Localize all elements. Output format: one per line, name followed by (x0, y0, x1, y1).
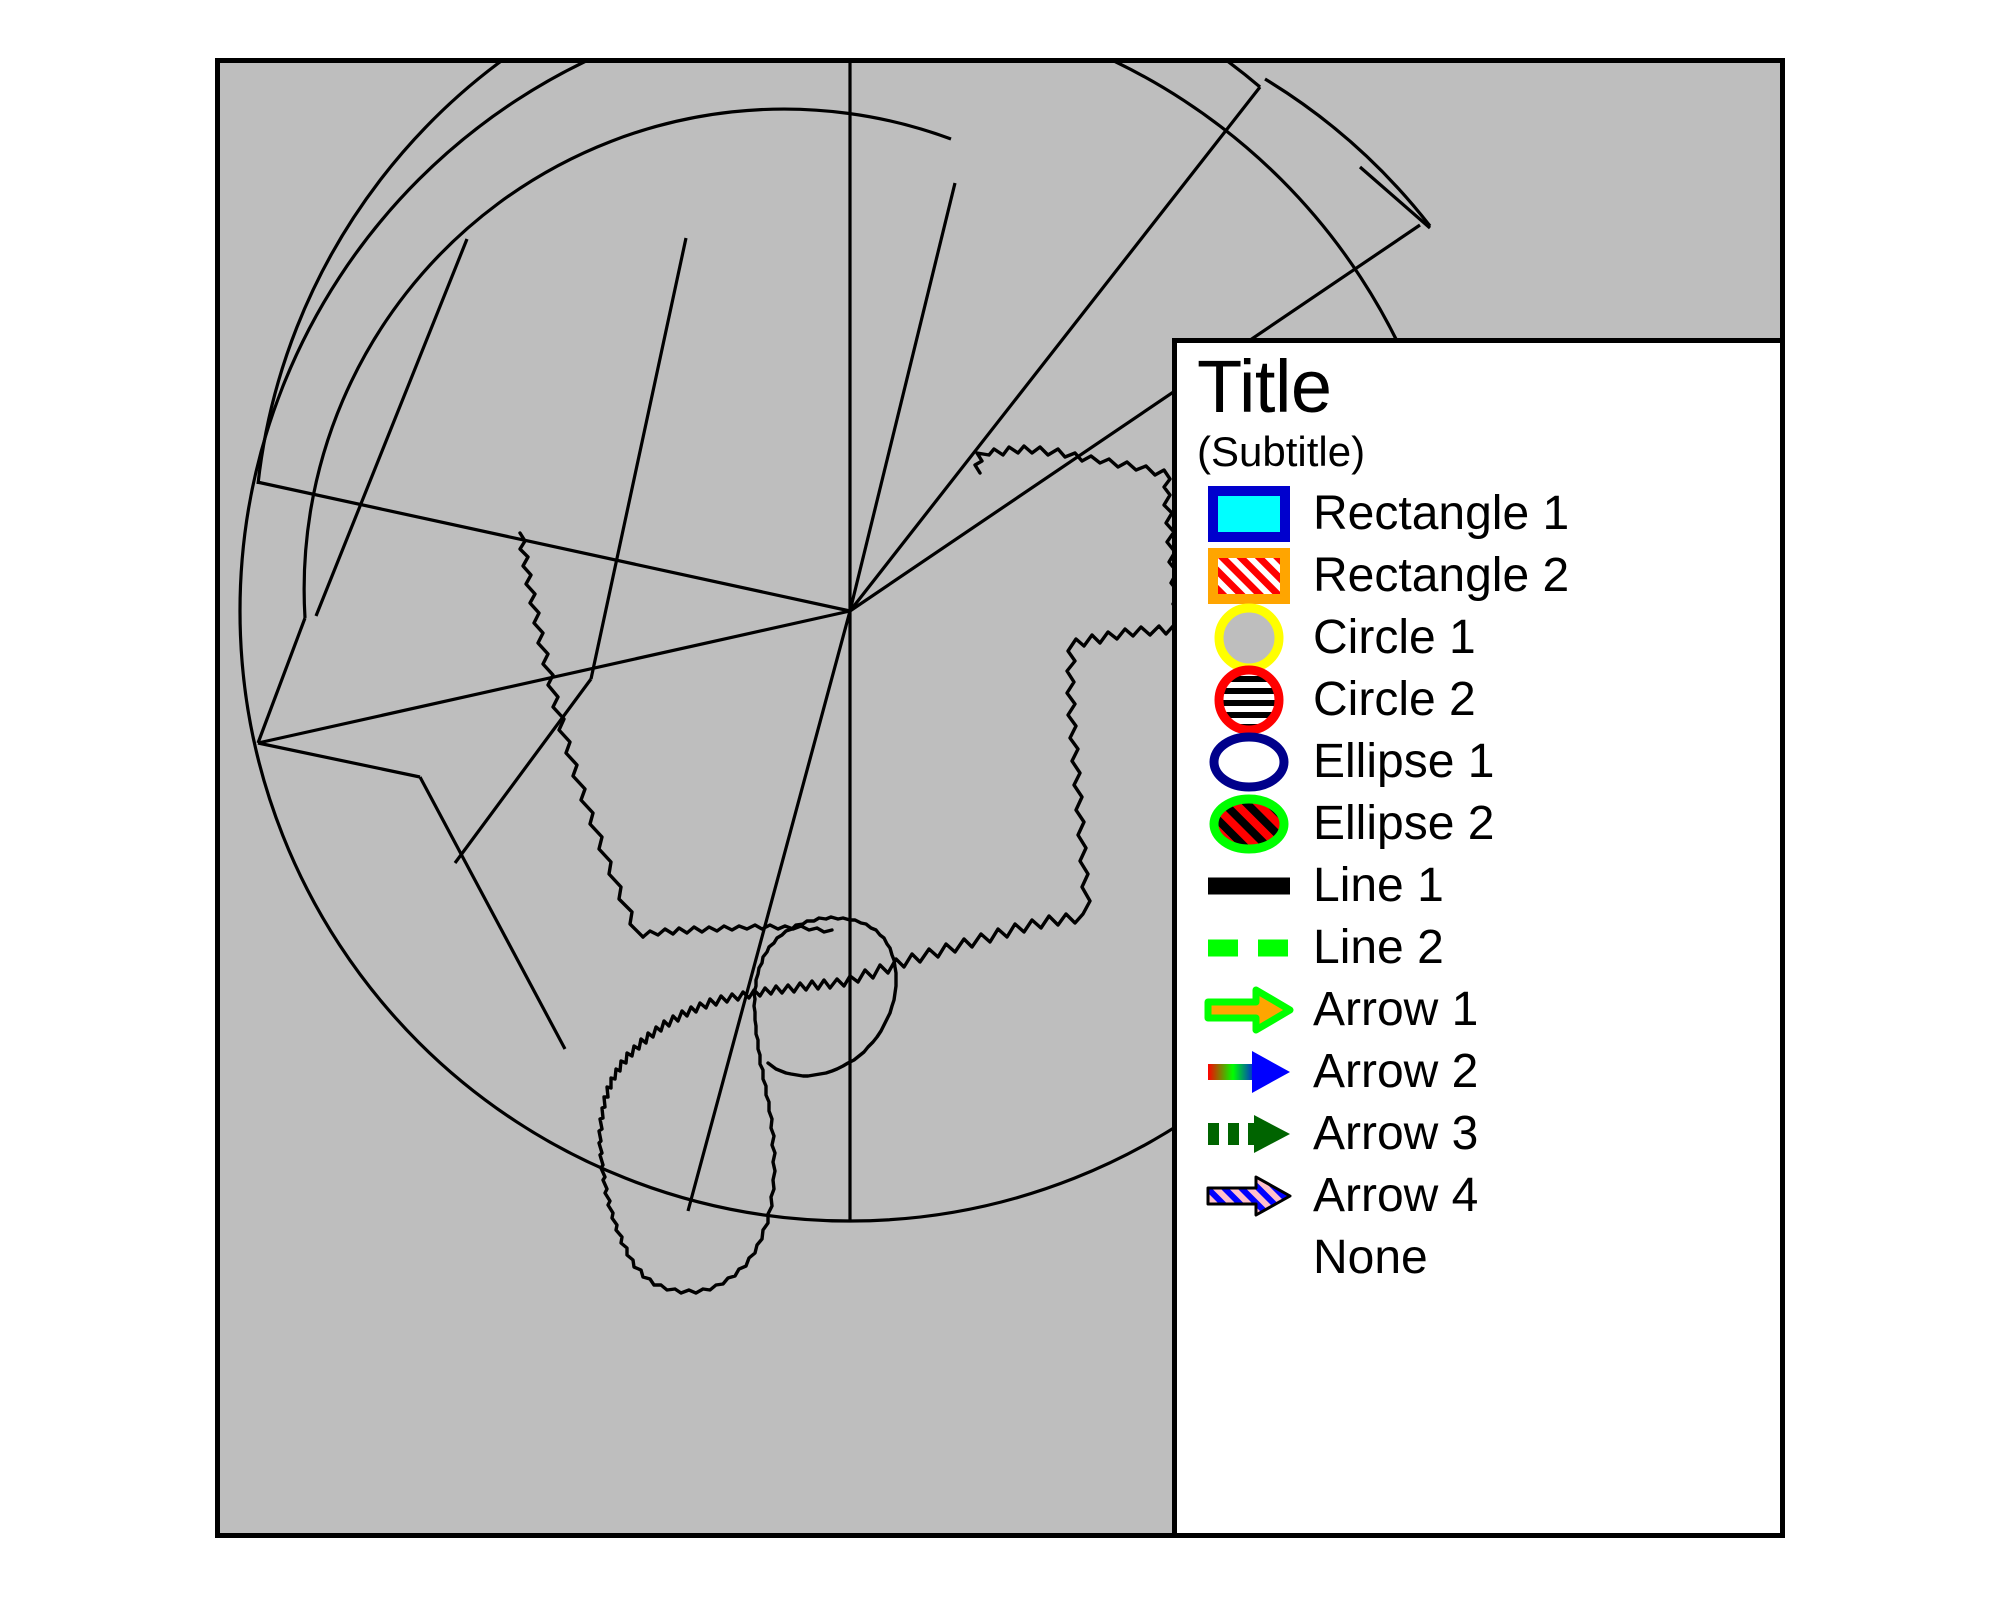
ellipse-outline-icon (1195, 731, 1303, 793)
legend-item-rectangle-1[interactable]: Rectangle 1 (1195, 483, 1780, 545)
legend-item-label: Ellipse 1 (1313, 735, 1495, 788)
legend-item-label: Rectangle 1 (1313, 487, 1570, 540)
legend-item-arrow-1[interactable]: Arrow 1 (1195, 979, 1780, 1041)
legend-item-label: Ellipse 2 (1313, 797, 1495, 850)
legend-item-label: None (1313, 1231, 1428, 1284)
line-solid-icon (1195, 855, 1303, 917)
legend-item-line-1[interactable]: Line 1 (1195, 855, 1780, 917)
arrow-hatched-icon (1195, 1165, 1303, 1227)
figure-canvas: Title (Subtitle) Rectangle 1 Rectangle 2… (0, 0, 2000, 1600)
legend-item-line-2[interactable]: Line 2 (1195, 917, 1780, 979)
none-icon (1195, 1227, 1303, 1289)
legend-item-label: Arrow 1 (1313, 983, 1479, 1036)
circle-filled-icon (1195, 603, 1303, 673)
arrow-gradient-icon (1195, 1041, 1303, 1103)
line-dashed-icon (1195, 917, 1303, 979)
legend-item-ellipse-1[interactable]: Ellipse 1 (1195, 731, 1780, 793)
legend-item-label: Rectangle 2 (1313, 549, 1570, 602)
legend-panel: Title (Subtitle) Rectangle 1 Rectangle 2… (1172, 338, 1780, 1533)
legend-item-ellipse-2[interactable]: Ellipse 2 (1195, 793, 1780, 855)
circle-striped-icon (1195, 665, 1303, 735)
ellipse-striped-icon (1195, 793, 1303, 855)
legend-item-label: Arrow 3 (1313, 1107, 1479, 1160)
arrow-dashed-icon (1195, 1103, 1303, 1165)
legend-item-label: Line 1 (1313, 859, 1444, 912)
legend-item-arrow-3[interactable]: Arrow 3 (1195, 1103, 1780, 1165)
legend-item-arrow-2[interactable]: Arrow 2 (1195, 1041, 1780, 1103)
legend-item-circle-2[interactable]: Circle 2 (1195, 665, 1780, 735)
legend-item-circle-1[interactable]: Circle 1 (1195, 603, 1780, 673)
rectangle-filled-icon (1195, 483, 1303, 545)
arrow-filled-icon (1195, 979, 1303, 1041)
legend-item-rectangle-2[interactable]: Rectangle 2 (1195, 545, 1780, 607)
legend-title: Title (1197, 345, 1332, 428)
legend-item-none[interactable]: None (1195, 1227, 1780, 1289)
legend-item-arrow-4[interactable]: Arrow 4 (1195, 1165, 1780, 1227)
rectangle-hatched-icon (1195, 545, 1303, 607)
legend-item-label: Arrow 2 (1313, 1045, 1479, 1098)
legend-item-label: Circle 1 (1313, 611, 1476, 664)
legend-item-label: Line 2 (1313, 921, 1444, 974)
legend-item-label: Circle 2 (1313, 673, 1476, 726)
legend-item-label: Arrow 4 (1313, 1169, 1479, 1222)
map-plot-frame: Title (Subtitle) Rectangle 1 Rectangle 2… (215, 58, 1785, 1538)
legend-subtitle: (Subtitle) (1197, 428, 1366, 475)
